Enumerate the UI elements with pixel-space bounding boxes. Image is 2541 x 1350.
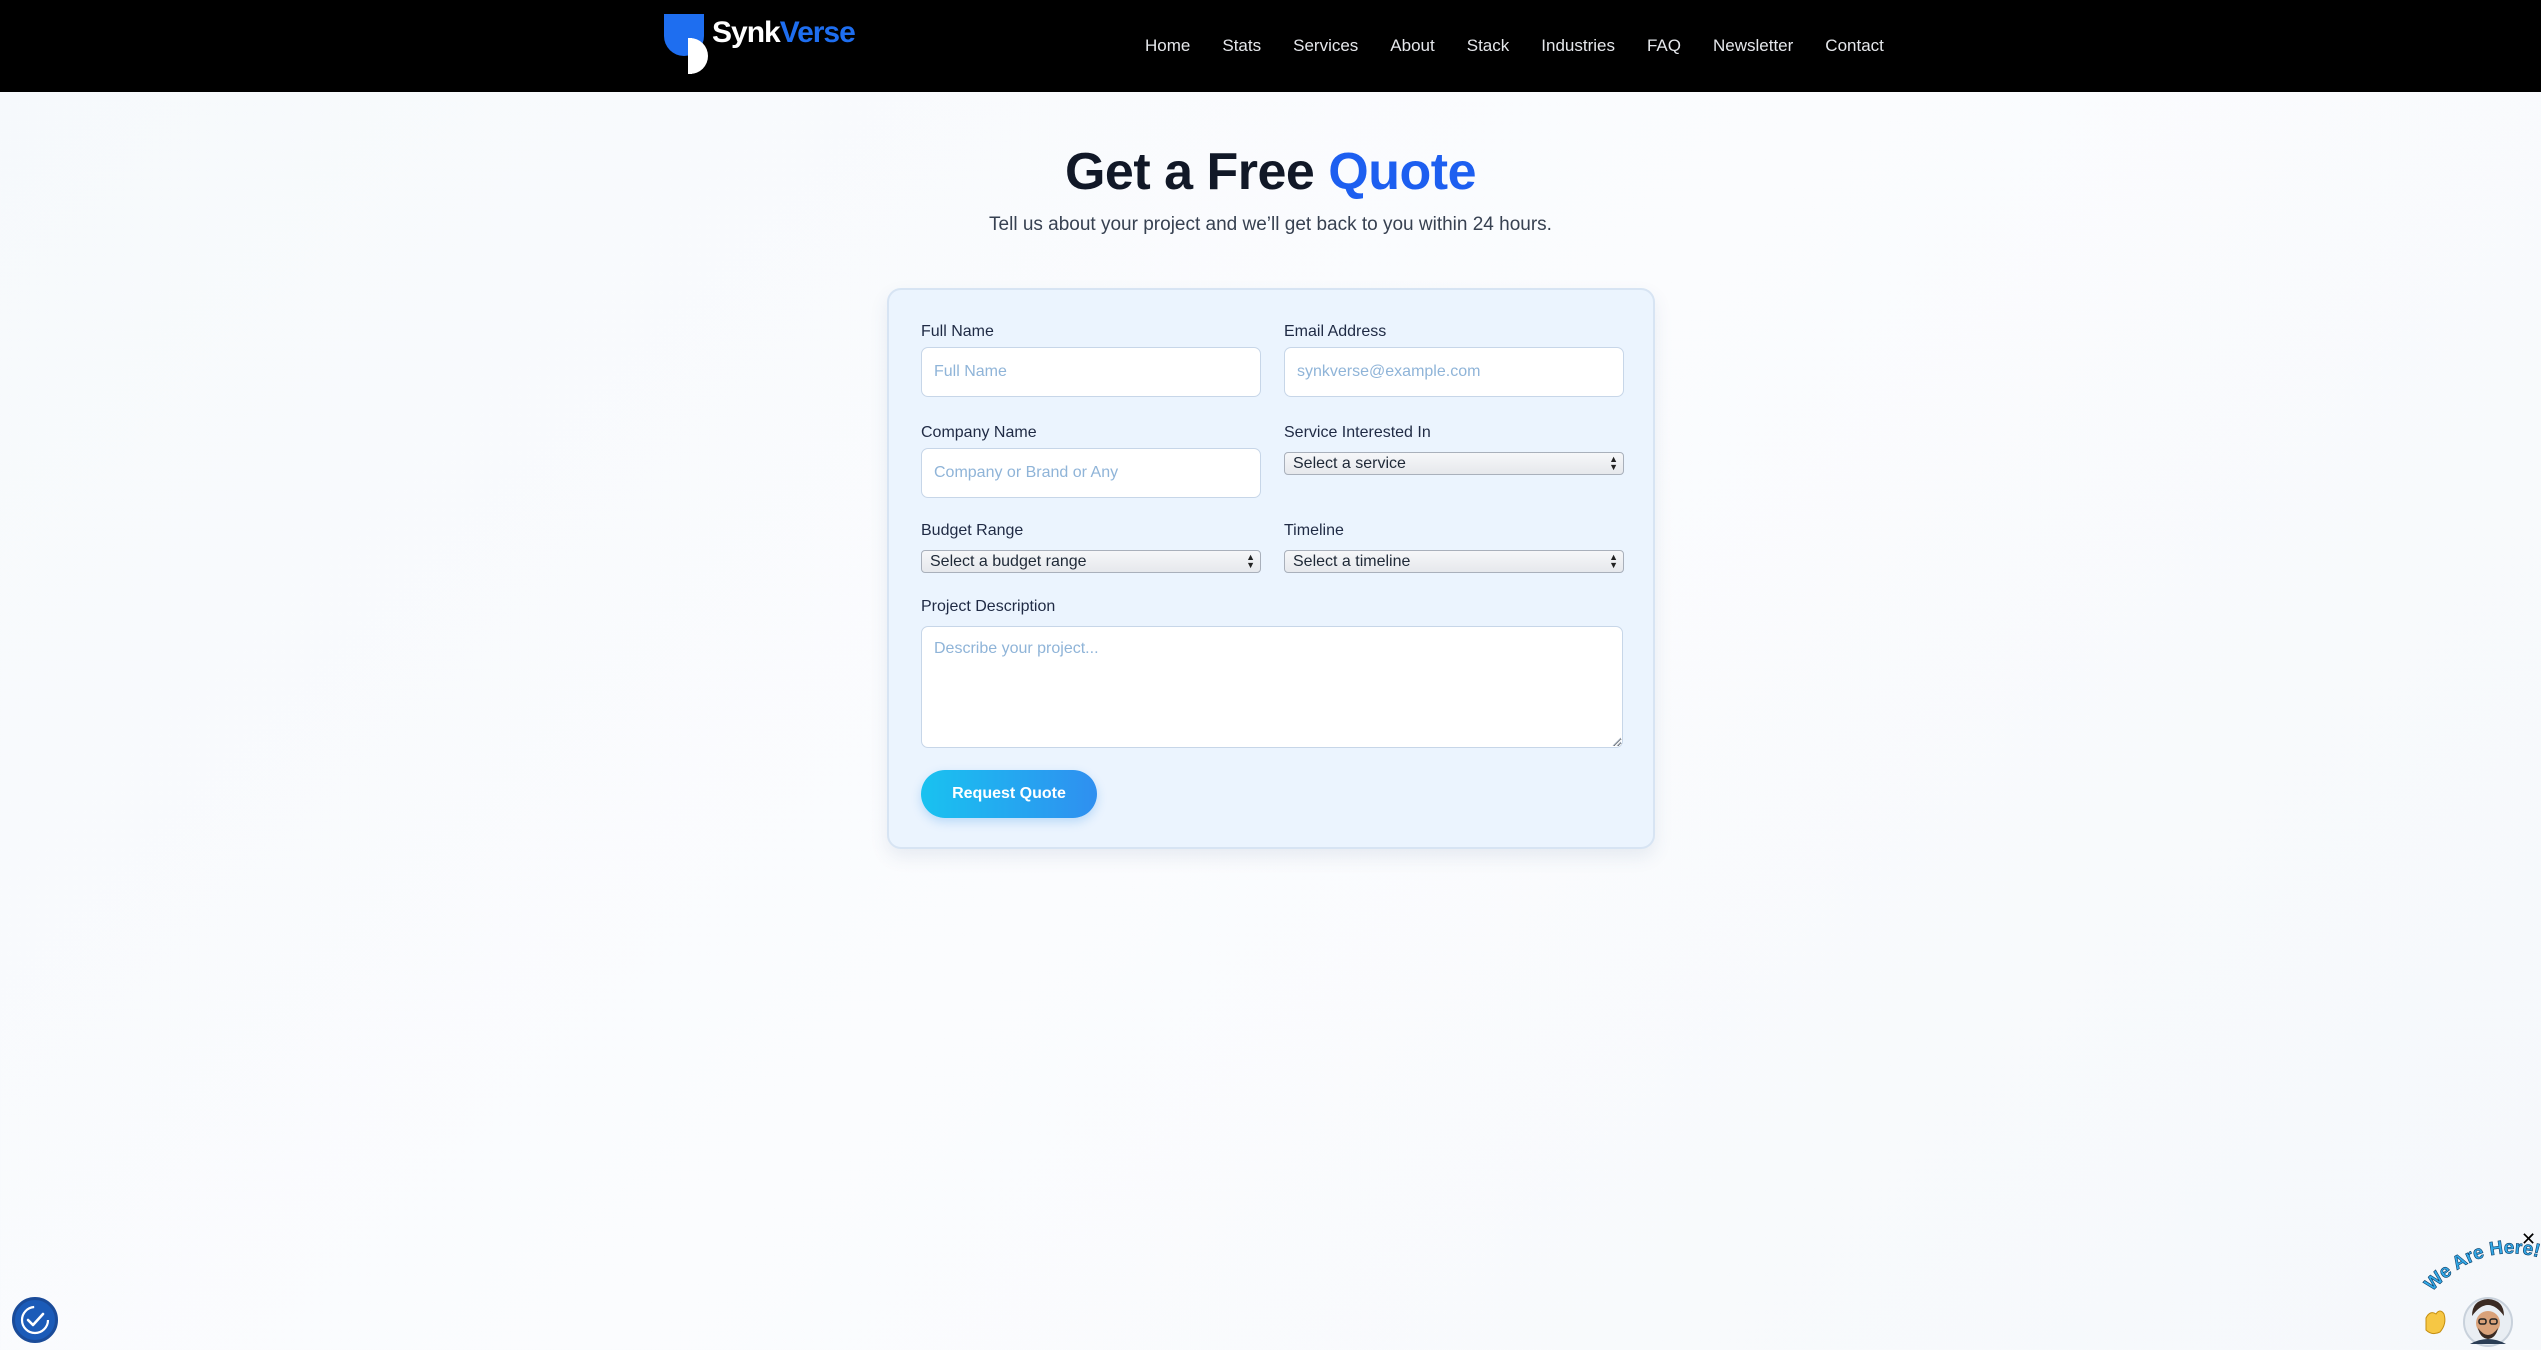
service-select[interactable]: Select a service ▲ ▼ bbox=[1284, 452, 1624, 475]
nav-newsletter[interactable]: Newsletter bbox=[1713, 36, 1793, 56]
timeline-select[interactable]: Select a timeline ▲ ▼ bbox=[1284, 550, 1624, 573]
nav-services[interactable]: Services bbox=[1293, 36, 1358, 56]
email-input[interactable] bbox=[1284, 347, 1624, 397]
select-arrows-icon: ▲ ▼ bbox=[1246, 552, 1255, 570]
page-title-accent: Quote bbox=[1328, 143, 1476, 201]
full-name-input[interactable] bbox=[921, 347, 1261, 397]
accessibility-button[interactable] bbox=[12, 1297, 58, 1343]
budget-label: Budget Range bbox=[921, 522, 1024, 539]
chat-close-icon[interactable]: ✕ bbox=[2521, 1229, 2536, 1250]
service-select-value: Select a service bbox=[1293, 455, 1406, 472]
select-arrows-icon: ▲ ▼ bbox=[1609, 454, 1618, 472]
nav-faq[interactable]: FAQ bbox=[1647, 36, 1681, 56]
brand-logo[interactable]: SynkVerse bbox=[664, 12, 856, 76]
page-title-prefix: Get a Free bbox=[1064, 143, 1315, 201]
timeline-select-value: Select a timeline bbox=[1293, 553, 1411, 570]
service-label: Service Interested In bbox=[1284, 424, 1431, 441]
nav-industries[interactable]: Industries bbox=[1541, 36, 1615, 56]
email-label: Email Address bbox=[1284, 323, 1387, 340]
description-textarea[interactable] bbox=[921, 626, 1623, 748]
description-label: Project Description bbox=[921, 598, 1056, 615]
brand-name-part2: Verse bbox=[779, 16, 856, 49]
select-arrows-icon: ▲ ▼ bbox=[1609, 552, 1618, 570]
page-subtitle: Tell us about your project and we’ll get… bbox=[989, 214, 1552, 235]
nav-contact[interactable]: Contact bbox=[1825, 36, 1884, 56]
brand-name: SynkVerse bbox=[712, 16, 856, 50]
nav-stats[interactable]: Stats bbox=[1222, 36, 1261, 56]
nav-about[interactable]: About bbox=[1390, 36, 1434, 56]
budget-select-value: Select a budget range bbox=[930, 553, 1087, 570]
timeline-label: Timeline bbox=[1284, 522, 1344, 539]
company-input[interactable] bbox=[921, 448, 1261, 498]
accessibility-check-icon bbox=[20, 1305, 50, 1335]
top-navbar: SynkVerse Home Stats Services About Stac… bbox=[0, 0, 2541, 92]
quote-form: Full Name Email Address Company Name Ser… bbox=[887, 288, 1655, 849]
page-title: Get a Free Quote bbox=[0, 142, 2541, 202]
request-quote-button[interactable]: Request Quote bbox=[921, 770, 1097, 818]
main-nav: Home Stats Services About Stack Industri… bbox=[1145, 0, 1884, 92]
company-label: Company Name bbox=[921, 424, 1037, 441]
nav-home[interactable]: Home bbox=[1145, 36, 1190, 56]
brand-name-part1: Synk bbox=[712, 16, 781, 49]
budget-select[interactable]: Select a budget range ▲ ▼ bbox=[921, 550, 1261, 573]
full-name-label: Full Name bbox=[921, 323, 994, 340]
nav-stack[interactable]: Stack bbox=[1467, 36, 1510, 56]
